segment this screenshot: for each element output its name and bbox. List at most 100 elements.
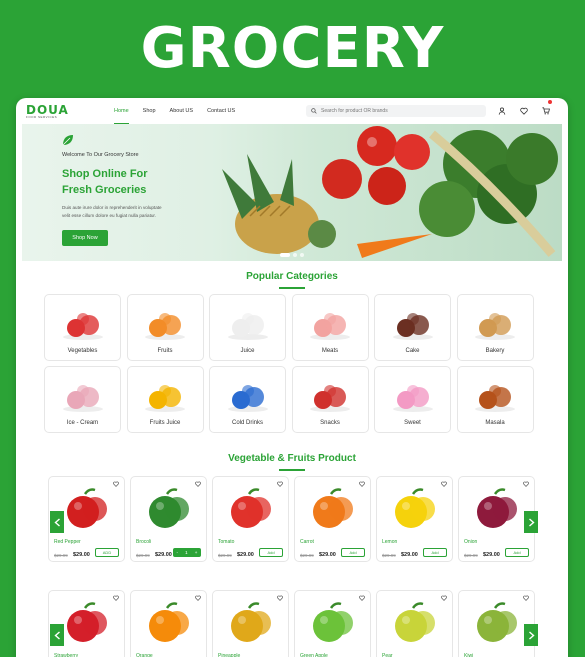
product-image	[149, 602, 189, 642]
cart-icon	[542, 107, 550, 115]
product-name[interactable]: Orange	[136, 653, 153, 657]
product-image	[395, 488, 435, 528]
product-old-price: $29.99	[382, 553, 396, 558]
category-label: Cake	[405, 348, 420, 354]
product-card[interactable]: Pear	[376, 590, 453, 657]
product-card[interactable]: Lemon $29.99 $29.00 Add	[376, 476, 453, 562]
product-card[interactable]: Carrot $29.99 $29.00 Add	[294, 476, 371, 562]
add-to-cart-button[interactable]: Add	[259, 548, 283, 557]
search-placeholder: Search for product OR brands	[321, 108, 388, 114]
add-to-cart-button[interactable]: Add	[341, 548, 365, 557]
products-title: Vegetable & Fruits Product	[228, 453, 356, 464]
product-image	[395, 602, 435, 642]
heart-icon[interactable]	[520, 107, 528, 115]
product-image	[477, 602, 517, 642]
category-card[interactable]: Fruits	[126, 294, 204, 361]
product-image	[231, 602, 271, 642]
product-name[interactable]: Strawberry	[54, 653, 78, 657]
category-card[interactable]: Sweet	[374, 366, 451, 433]
category-card[interactable]: Ice - Cream	[44, 366, 121, 433]
top-nav: DOUA FOOD SERVICES Home Shop About US Co…	[16, 98, 568, 124]
nav-about[interactable]: About US	[170, 98, 194, 124]
nav-shop[interactable]: Shop	[143, 98, 156, 124]
product-name[interactable]: Pineapple	[218, 653, 240, 657]
hero-banner: Welcome To Our Grocery Store Shop Online…	[22, 124, 562, 261]
product-name[interactable]: Lemon	[382, 539, 397, 545]
bakery-icon	[475, 313, 515, 340]
chevron-left-icon	[53, 630, 60, 640]
cart-button[interactable]	[542, 100, 552, 120]
carousel-2-next-button[interactable]	[524, 624, 538, 646]
main-menu: Home Shop About US Contact US	[114, 98, 235, 124]
product-card[interactable]: Tomato $29.99 $29.00 Add	[212, 476, 289, 562]
category-card[interactable]: Cold Drinks	[209, 366, 286, 433]
product-card[interactable]: Pineapple	[212, 590, 289, 657]
product-old-price: $29.99	[464, 553, 478, 558]
product-name[interactable]: Green Apple	[300, 653, 328, 657]
quantity-stepper[interactable]: - 1 +	[173, 548, 201, 557]
product-old-price: $29.99	[300, 553, 314, 558]
category-card[interactable]: Bakery	[456, 294, 534, 361]
increment-button[interactable]: +	[195, 550, 198, 555]
category-label: Masala	[485, 420, 505, 426]
add-to-cart-button[interactable]: ADD	[95, 548, 119, 557]
search-input[interactable]: Search for product OR brands	[306, 105, 486, 117]
banner-produce-image	[222, 126, 558, 258]
carousel-dot[interactable]	[300, 253, 304, 257]
sweet-icon	[392, 385, 433, 412]
banner-desc-line-1: Duis aute irure dolor in reprehenderit i…	[62, 205, 162, 210]
decrement-button[interactable]: -	[177, 550, 179, 555]
category-label: Meats	[321, 348, 339, 354]
nav-icons	[498, 100, 552, 120]
carousel-next-button[interactable]	[524, 511, 538, 533]
product-name[interactable]: Red Pepper	[54, 539, 81, 545]
product-card[interactable]: Orange	[130, 590, 207, 657]
snacks-icon	[310, 385, 350, 412]
carousel-2-prev-button[interactable]	[50, 624, 64, 646]
shop-now-button[interactable]: Shop Now	[62, 230, 108, 246]
logo-name: DOUA	[26, 102, 69, 117]
juice-icon	[227, 313, 268, 340]
category-card[interactable]: Meats	[291, 294, 369, 361]
product-old-price: $29.99	[54, 553, 68, 558]
category-card[interactable]: Vegetables	[44, 294, 121, 361]
nav-home[interactable]: Home	[114, 98, 129, 124]
fruit-juice-icon	[145, 385, 185, 412]
vegetables-icon	[62, 313, 103, 340]
product-card[interactable]: Green Apple	[294, 590, 371, 657]
product-name[interactable]: Onion	[464, 539, 477, 545]
product-name[interactable]: Pear	[382, 653, 393, 657]
products-title-underline	[279, 469, 305, 471]
product-name[interactable]: Brocoli	[136, 539, 151, 545]
category-label: Fruits	[157, 348, 173, 354]
cake-icon	[392, 313, 433, 340]
add-to-cart-button[interactable]: Add	[423, 548, 447, 557]
cart-badge	[548, 100, 552, 104]
quantity-value: 1	[185, 550, 188, 555]
banner-headline: Shop Online For Fresh Groceries	[62, 166, 148, 198]
user-icon[interactable]	[498, 107, 506, 115]
product-name[interactable]: Tomato	[218, 539, 234, 545]
category-label: Sweet	[404, 420, 421, 426]
category-card[interactable]: Snacks	[291, 366, 369, 433]
carousel-prev-button[interactable]	[50, 511, 64, 533]
product-image	[477, 488, 517, 528]
product-name[interactable]: Carrot	[300, 539, 314, 545]
carousel-dot[interactable]	[280, 253, 290, 257]
category-label: Bakery	[485, 348, 505, 354]
ice-cream-icon	[62, 385, 103, 412]
nav-contact[interactable]: Contact US	[207, 98, 235, 124]
product-image	[313, 488, 353, 528]
carousel-dot[interactable]	[293, 253, 297, 257]
product-name[interactable]: Kiwi	[464, 653, 473, 657]
category-card[interactable]: Masala	[456, 366, 534, 433]
logo[interactable]: DOUA FOOD SERVICES	[26, 104, 96, 119]
hero-title: GROCERY	[140, 16, 445, 81]
categories-title: Popular Categories	[246, 271, 338, 282]
product-card[interactable]: Brocoli $29.99 $29.00- 1 +	[130, 476, 207, 562]
add-to-cart-button[interactable]: Add	[505, 548, 529, 557]
category-card[interactable]: Fruits Juice	[126, 366, 204, 433]
category-card[interactable]: Juice	[209, 294, 286, 361]
banner-headline-line-2: Fresh Groceries	[62, 184, 147, 196]
category-card[interactable]: Cake	[374, 294, 451, 361]
